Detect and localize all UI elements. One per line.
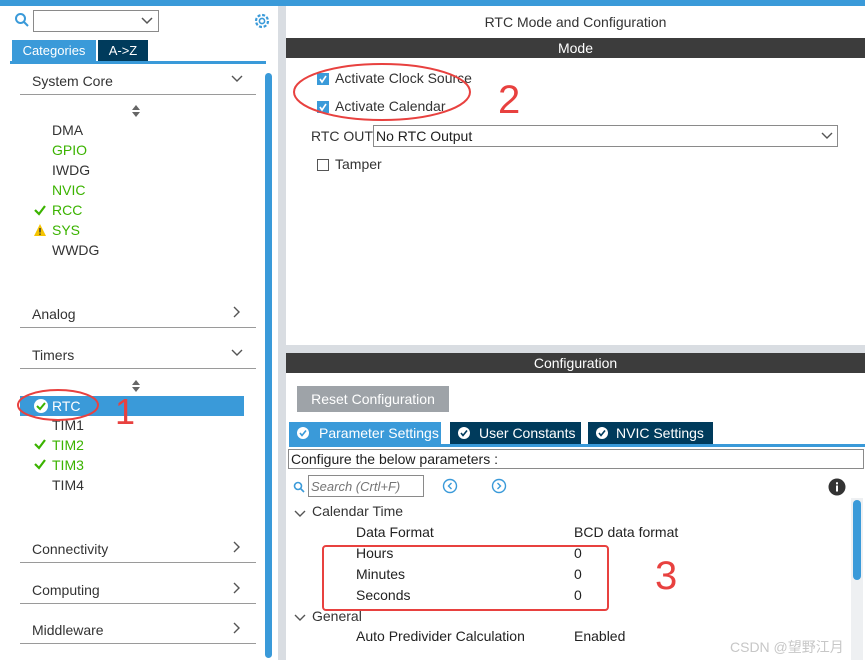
left-scrollbar[interactable] [265,73,272,658]
sort-icon[interactable] [131,105,141,117]
chevron-right-icon [233,622,240,634]
tab-categories[interactable]: Categories [12,40,96,61]
section-label: Timers [32,347,75,363]
list-item-gpio[interactable]: GPIO [52,142,87,158]
tab-label: Parameter Settings [319,425,439,441]
list-item-tim4[interactable]: TIM4 [52,477,84,493]
list-item-tim2[interactable]: TIM2 [52,437,84,453]
activate-calendar-checkbox[interactable] [317,101,329,113]
arrow-left-circle-icon[interactable] [442,478,458,494]
section-analog[interactable]: Analog [20,301,256,328]
chevron-down-icon [231,349,243,356]
param-value-hours[interactable]: 0 [574,545,582,561]
search-icon [293,481,305,493]
chevron-down-icon [821,132,833,139]
sort-icon[interactable] [131,380,141,392]
list-item-wwdg[interactable]: WWDG [52,242,99,258]
section-label: System Core [32,73,113,89]
chevron-down-icon[interactable] [140,14,154,28]
section-label: Middleware [32,622,104,638]
section-label: Computing [32,582,100,598]
check-icon [34,439,46,450]
chevron-down-icon[interactable] [294,508,306,520]
list-item-iwdg[interactable]: IWDG [52,162,90,178]
section-middleware[interactable]: Middleware [20,617,256,644]
tab-underline [289,444,865,447]
rtc-out-label: RTC OUT [311,128,373,144]
configure-hint: Configure the below parameters : [288,449,864,469]
check-icon [319,75,327,84]
group-calendar-time[interactable]: Calendar Time [312,503,403,519]
chevron-right-icon [233,306,240,318]
group-general[interactable]: General [312,608,362,624]
chevron-right-icon [233,582,240,594]
annotation-mark-3: 3 [655,554,677,598]
mode-header: Mode [286,38,865,58]
activate-calendar-label: Activate Calendar [335,98,446,114]
info-icon[interactable] [828,478,846,496]
param-name-auto-predivider: Auto Predivider Calculation [356,628,525,644]
param-name-seconds: Seconds [356,587,411,603]
list-item-rtc[interactable]: RTC [52,398,81,414]
configuration-header: Configuration [286,353,865,373]
rtc-out-value: No RTC Output [376,128,473,144]
section-connectivity[interactable]: Connectivity [20,536,256,563]
check-circle-icon [458,427,470,439]
tab-underline [10,61,266,64]
chevron-right-icon [233,541,240,553]
list-item-sys[interactable]: SYS [52,222,80,238]
check-icon [34,459,46,470]
param-name-minutes: Minutes [356,566,406,582]
search-icon[interactable] [14,12,30,28]
param-name-hours: Hours [356,545,394,561]
section-computing[interactable]: Computing [20,577,256,604]
activate-clock-source-label: Activate Clock Source [335,70,472,86]
check-circle-icon [34,399,48,413]
panel-splitter-horizontal[interactable] [286,345,865,353]
tab-user-constants[interactable]: User Constants [450,422,581,444]
check-circle-icon [297,427,309,439]
section-system-core[interactable]: System Core [20,68,256,95]
list-item-nvic[interactable]: NVIC [52,182,85,198]
list-item-tim3[interactable]: TIM3 [52,457,84,473]
parameter-scrollbar-thumb[interactable] [853,500,861,580]
tab-nvic-settings[interactable]: NVIC Settings [588,422,713,444]
warning-icon [34,224,46,236]
check-icon [34,205,46,216]
activate-clock-source-checkbox[interactable] [317,73,329,85]
rtc-out-select[interactable]: No RTC Output [373,125,838,147]
param-value-minutes[interactable]: 0 [574,566,582,582]
chevron-down-icon[interactable] [294,612,306,624]
param-value-auto-predivider[interactable]: Enabled [574,628,625,644]
section-label: Analog [32,306,76,322]
chevron-down-icon [231,75,243,82]
param-value-seconds[interactable]: 0 [574,587,582,603]
tab-label: NVIC Settings [616,425,704,441]
check-circle-icon [596,427,608,439]
tamper-label: Tamper [335,156,382,172]
gear-icon[interactable] [252,11,272,31]
watermark: CSDN @望野江月 [730,639,844,655]
tab-label: User Constants [479,425,576,441]
section-label: Connectivity [32,541,109,557]
panel-splitter[interactable] [278,6,286,660]
param-value-data-format[interactable]: BCD data format [574,524,678,540]
list-item-dma[interactable]: DMA [52,122,83,138]
tab-parameter-settings[interactable]: Parameter Settings [289,422,441,444]
tab-a-z[interactable]: A->Z [98,40,148,61]
page-title: RTC Mode and Configuration [484,14,667,30]
list-item-tim1[interactable]: TIM1 [52,417,84,433]
parameter-search-input[interactable] [308,475,424,497]
section-timers[interactable]: Timers [20,342,256,369]
check-icon [319,103,327,112]
tamper-checkbox[interactable] [317,159,329,171]
reset-configuration-button[interactable]: Reset Configuration [297,386,449,412]
list-item-rcc[interactable]: RCC [52,202,82,218]
param-name-data-format: Data Format [356,524,434,540]
arrow-right-circle-icon[interactable] [491,478,507,494]
